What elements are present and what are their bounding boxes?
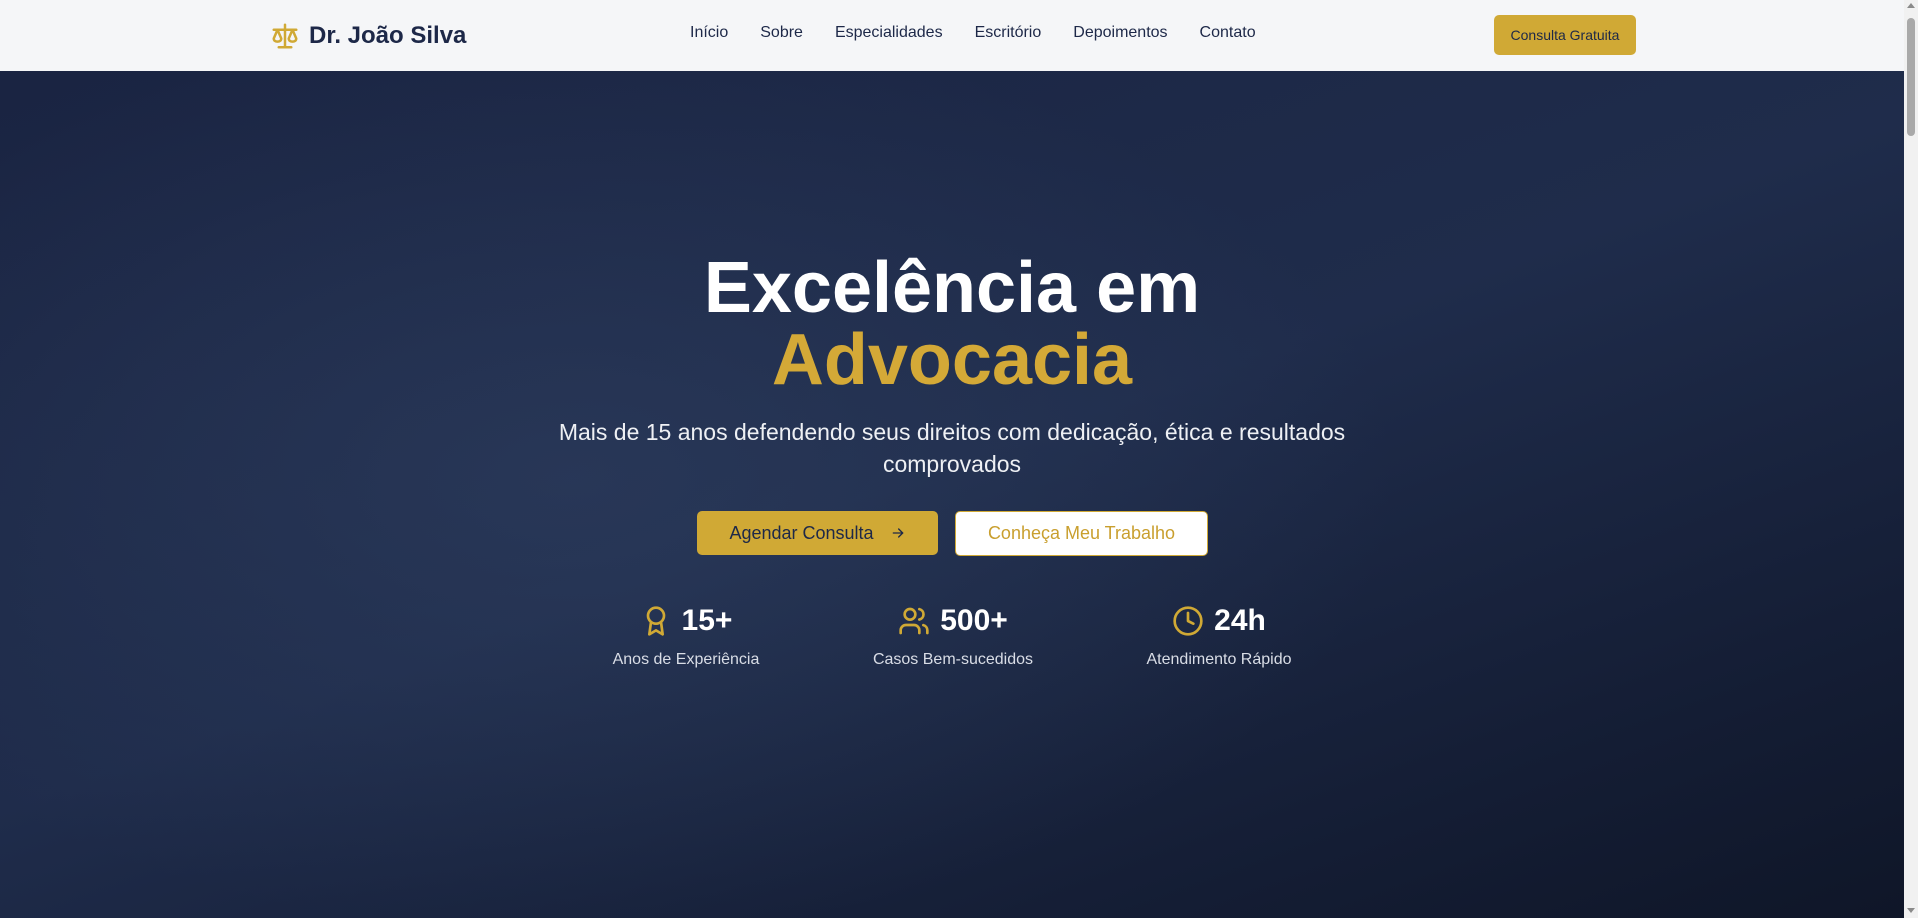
schedule-consultation-label: Agendar Consulta [729, 522, 874, 543]
hero-subtitle: Mais de 15 anos defendendo seus direitos… [558, 419, 1346, 477]
stat-experience-value: 15+ [681, 604, 733, 637]
nav-link-inicio[interactable]: Início [690, 24, 728, 42]
nav-link-sobre[interactable]: Sobre [760, 24, 803, 42]
users-icon [899, 607, 929, 635]
nav-link-depoimentos[interactable]: Depoimentos [1073, 24, 1167, 42]
scroll-up-arrow-icon[interactable] [1907, 3, 1915, 8]
scale-icon [272, 23, 298, 49]
stat-cases-value: 500+ [940, 604, 1008, 637]
arrow-right-icon [892, 528, 903, 538]
nav-link-especialidades[interactable]: Especialidades [835, 24, 943, 42]
page-scrollbar[interactable] [1904, 0, 1918, 918]
stat-experience: 15+ Anos de Experiência [576, 601, 796, 669]
stat-response: 24h Atendimento Rápido [1109, 601, 1329, 669]
brand-logo[interactable]: Dr. João Silva [270, 20, 466, 52]
stat-experience-label: Anos de Experiência [612, 651, 760, 668]
stat-response-value: 24h [1214, 604, 1266, 637]
main-nav: Início Sobre Especialidades Escritório D… [690, 24, 1288, 42]
schedule-consultation-button[interactable]: Agendar Consulta [697, 511, 938, 555]
navbar: Dr. João Silva Início Sobre Especialidad… [0, 0, 1904, 72]
know-my-work-button[interactable]: Conheça Meu Trabalho [955, 511, 1208, 556]
scroll-down-arrow-icon[interactable] [1907, 908, 1915, 913]
brand-name: Dr. João Silva [309, 22, 467, 49]
stat-cases-label: Casos Bem-sucedidos [872, 651, 1034, 668]
free-consultation-button[interactable]: Consulta Gratuita [1494, 15, 1636, 55]
hero-title-line2: Advocacia [771, 320, 1133, 400]
scroll-thumb[interactable] [1907, 18, 1915, 136]
nav-link-contato[interactable]: Contato [1200, 24, 1256, 42]
know-my-work-label: Conheça Meu Trabalho [987, 523, 1176, 543]
nav-link-escritorio[interactable]: Escritório [975, 24, 1042, 42]
stat-cases: 500+ Casos Bem-sucedidos [843, 601, 1063, 669]
hero-title-line1: Excelência em [703, 248, 1201, 328]
award-icon [646, 606, 665, 636]
stat-response-label: Atendimento Rápido [1146, 651, 1292, 668]
clock-icon [1173, 606, 1203, 636]
hero-section: Excelência em Advocacia Mais de 15 anos … [0, 71, 1904, 918]
